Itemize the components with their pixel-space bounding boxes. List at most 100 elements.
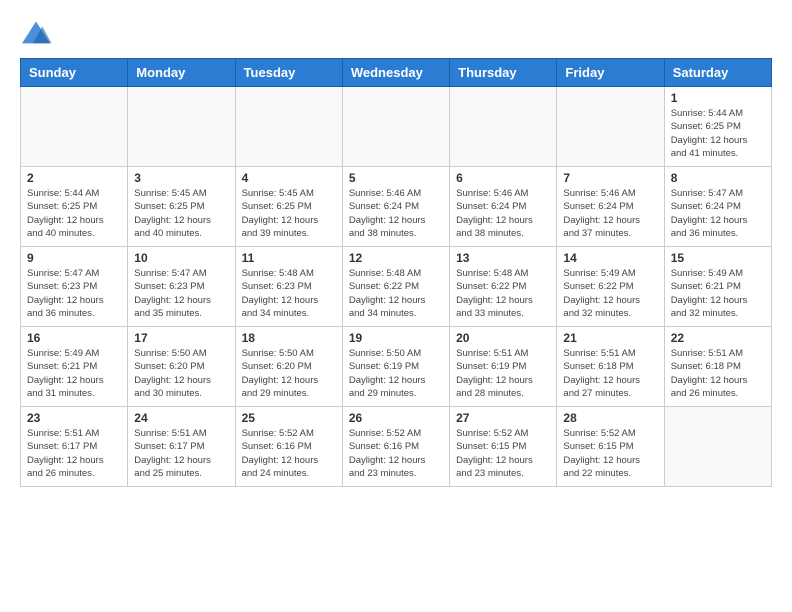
calendar-cell	[235, 87, 342, 167]
day-number: 3	[134, 171, 228, 185]
day-number: 18	[242, 331, 336, 345]
day-info: Sunrise: 5:51 AM Sunset: 6:17 PM Dayligh…	[134, 427, 228, 480]
day-info: Sunrise: 5:49 AM Sunset: 6:21 PM Dayligh…	[671, 267, 765, 320]
calendar-cell: 2 Sunrise: 5:44 AM Sunset: 6:25 PM Daylig…	[21, 167, 128, 247]
calendar-cell: 25 Sunrise: 5:52 AM Sunset: 6:16 PM Dayli…	[235, 407, 342, 487]
calendar-cell: 26 Sunrise: 5:52 AM Sunset: 6:16 PM Dayli…	[342, 407, 449, 487]
day-number: 21	[563, 331, 657, 345]
day-info: Sunrise: 5:45 AM Sunset: 6:25 PM Dayligh…	[134, 187, 228, 240]
day-info: Sunrise: 5:50 AM Sunset: 6:20 PM Dayligh…	[242, 347, 336, 400]
calendar-cell	[664, 407, 771, 487]
day-number: 10	[134, 251, 228, 265]
calendar-cell: 15 Sunrise: 5:49 AM Sunset: 6:21 PM Dayli…	[664, 247, 771, 327]
day-info: Sunrise: 5:51 AM Sunset: 6:18 PM Dayligh…	[671, 347, 765, 400]
day-number: 15	[671, 251, 765, 265]
calendar-cell	[450, 87, 557, 167]
day-number: 28	[563, 411, 657, 425]
calendar-cell: 14 Sunrise: 5:49 AM Sunset: 6:22 PM Dayli…	[557, 247, 664, 327]
calendar-cell: 10 Sunrise: 5:47 AM Sunset: 6:23 PM Dayli…	[128, 247, 235, 327]
day-number: 26	[349, 411, 443, 425]
calendar-cell: 18 Sunrise: 5:50 AM Sunset: 6:20 PM Dayli…	[235, 327, 342, 407]
day-info: Sunrise: 5:44 AM Sunset: 6:25 PM Dayligh…	[671, 107, 765, 160]
calendar-header-friday: Friday	[557, 59, 664, 87]
day-number: 4	[242, 171, 336, 185]
day-number: 20	[456, 331, 550, 345]
page-header	[20, 20, 772, 48]
day-info: Sunrise: 5:52 AM Sunset: 6:15 PM Dayligh…	[563, 427, 657, 480]
calendar-cell: 6 Sunrise: 5:46 AM Sunset: 6:24 PM Daylig…	[450, 167, 557, 247]
calendar-cell	[557, 87, 664, 167]
day-info: Sunrise: 5:44 AM Sunset: 6:25 PM Dayligh…	[27, 187, 121, 240]
day-number: 24	[134, 411, 228, 425]
day-info: Sunrise: 5:52 AM Sunset: 6:16 PM Dayligh…	[242, 427, 336, 480]
day-number: 7	[563, 171, 657, 185]
calendar-cell: 5Sunrise: 5:46 AM Sunset: 6:24 PM Daylig…	[342, 167, 449, 247]
day-info: Sunrise: 5:52 AM Sunset: 6:16 PM Dayligh…	[349, 427, 443, 480]
calendar-cell: 21 Sunrise: 5:51 AM Sunset: 6:18 PM Dayli…	[557, 327, 664, 407]
day-info: Sunrise: 5:48 AM Sunset: 6:23 PM Dayligh…	[242, 267, 336, 320]
calendar-cell: 16 Sunrise: 5:49 AM Sunset: 6:21 PM Dayli…	[21, 327, 128, 407]
logo	[20, 20, 56, 48]
day-info: Sunrise: 5:49 AM Sunset: 6:22 PM Dayligh…	[563, 267, 657, 320]
day-info: Sunrise: 5:51 AM Sunset: 6:17 PM Dayligh…	[27, 427, 121, 480]
day-info: Sunrise: 5:51 AM Sunset: 6:19 PM Dayligh…	[456, 347, 550, 400]
calendar-week-1: 1 Sunrise: 5:44 AM Sunset: 6:25 PM Daylig…	[21, 87, 772, 167]
day-info: Sunrise: 5:46 AM Sunset: 6:24 PM Dayligh…	[456, 187, 550, 240]
day-info: Sunrise: 5:50 AM Sunset: 6:19 PM Dayligh…	[349, 347, 443, 400]
logo-icon	[20, 20, 52, 48]
calendar-cell	[21, 87, 128, 167]
calendar-cell: 27Sunrise: 5:52 AM Sunset: 6:15 PM Dayli…	[450, 407, 557, 487]
day-number: 16	[27, 331, 121, 345]
calendar-header-sunday: Sunday	[21, 59, 128, 87]
day-info: Sunrise: 5:47 AM Sunset: 6:23 PM Dayligh…	[134, 267, 228, 320]
calendar-header-thursday: Thursday	[450, 59, 557, 87]
day-number: 19	[349, 331, 443, 345]
calendar-cell: 19 Sunrise: 5:50 AM Sunset: 6:19 PM Dayli…	[342, 327, 449, 407]
calendar-cell: 4Sunrise: 5:45 AM Sunset: 6:25 PM Daylig…	[235, 167, 342, 247]
day-info: Sunrise: 5:50 AM Sunset: 6:20 PM Dayligh…	[134, 347, 228, 400]
calendar-cell: 1 Sunrise: 5:44 AM Sunset: 6:25 PM Daylig…	[664, 87, 771, 167]
day-info: Sunrise: 5:51 AM Sunset: 6:18 PM Dayligh…	[563, 347, 657, 400]
calendar-cell: 23 Sunrise: 5:51 AM Sunset: 6:17 PM Dayli…	[21, 407, 128, 487]
calendar-cell: 22 Sunrise: 5:51 AM Sunset: 6:18 PM Dayli…	[664, 327, 771, 407]
calendar-cell: 11 Sunrise: 5:48 AM Sunset: 6:23 PM Dayli…	[235, 247, 342, 327]
day-number: 6	[456, 171, 550, 185]
day-number: 25	[242, 411, 336, 425]
day-number: 23	[27, 411, 121, 425]
day-number: 2	[27, 171, 121, 185]
calendar-week-2: 2 Sunrise: 5:44 AM Sunset: 6:25 PM Daylig…	[21, 167, 772, 247]
calendar-cell: 7 Sunrise: 5:46 AM Sunset: 6:24 PM Daylig…	[557, 167, 664, 247]
calendar-cell: 12Sunrise: 5:48 AM Sunset: 6:22 PM Dayli…	[342, 247, 449, 327]
day-number: 11	[242, 251, 336, 265]
calendar-week-4: 16 Sunrise: 5:49 AM Sunset: 6:21 PM Dayli…	[21, 327, 772, 407]
day-info: Sunrise: 5:47 AM Sunset: 6:23 PM Dayligh…	[27, 267, 121, 320]
calendar-header-monday: Monday	[128, 59, 235, 87]
day-number: 27	[456, 411, 550, 425]
day-number: 13	[456, 251, 550, 265]
day-info: Sunrise: 5:48 AM Sunset: 6:22 PM Dayligh…	[349, 267, 443, 320]
day-number: 22	[671, 331, 765, 345]
calendar-cell	[342, 87, 449, 167]
calendar-cell: 20 Sunrise: 5:51 AM Sunset: 6:19 PM Dayli…	[450, 327, 557, 407]
day-info: Sunrise: 5:48 AM Sunset: 6:22 PM Dayligh…	[456, 267, 550, 320]
calendar-header-saturday: Saturday	[664, 59, 771, 87]
calendar-cell: 28 Sunrise: 5:52 AM Sunset: 6:15 PM Dayli…	[557, 407, 664, 487]
day-info: Sunrise: 5:46 AM Sunset: 6:24 PM Dayligh…	[349, 187, 443, 240]
calendar-table: SundayMondayTuesdayWednesdayThursdayFrid…	[20, 58, 772, 487]
day-number: 1	[671, 91, 765, 105]
calendar-cell: 3 Sunrise: 5:45 AM Sunset: 6:25 PM Daylig…	[128, 167, 235, 247]
day-number: 14	[563, 251, 657, 265]
day-info: Sunrise: 5:47 AM Sunset: 6:24 PM Dayligh…	[671, 187, 765, 240]
calendar-header-tuesday: Tuesday	[235, 59, 342, 87]
calendar-cell: 13 Sunrise: 5:48 AM Sunset: 6:22 PM Dayli…	[450, 247, 557, 327]
calendar-header-wednesday: Wednesday	[342, 59, 449, 87]
day-info: Sunrise: 5:49 AM Sunset: 6:21 PM Dayligh…	[27, 347, 121, 400]
calendar-header-row: SundayMondayTuesdayWednesdayThursdayFrid…	[21, 59, 772, 87]
calendar-week-5: 23 Sunrise: 5:51 AM Sunset: 6:17 PM Dayli…	[21, 407, 772, 487]
day-info: Sunrise: 5:46 AM Sunset: 6:24 PM Dayligh…	[563, 187, 657, 240]
calendar-cell: 17Sunrise: 5:50 AM Sunset: 6:20 PM Dayli…	[128, 327, 235, 407]
day-number: 9	[27, 251, 121, 265]
calendar-cell	[128, 87, 235, 167]
calendar-cell: 9 Sunrise: 5:47 AM Sunset: 6:23 PM Daylig…	[21, 247, 128, 327]
calendar-cell: 8Sunrise: 5:47 AM Sunset: 6:24 PM Daylig…	[664, 167, 771, 247]
